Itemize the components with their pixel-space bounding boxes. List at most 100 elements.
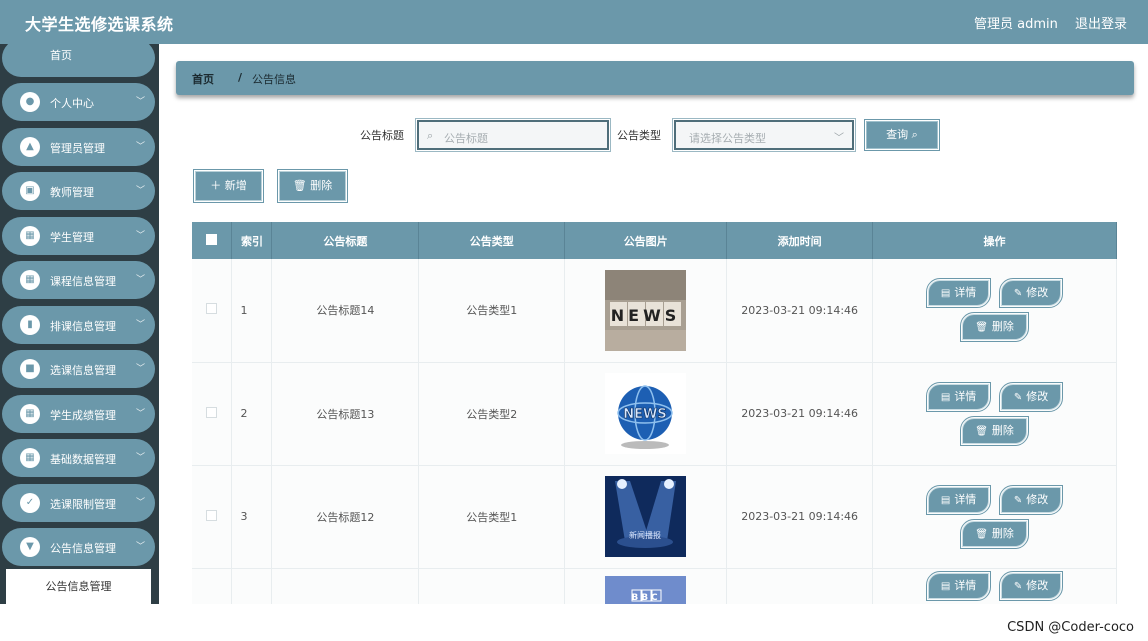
table-row: 2 公告标题13 公告类型2 NEWS 2023-03-21 09:14:46 (192, 362, 1117, 466)
news-text: NEWS (611, 306, 681, 325)
delete-button[interactable]: 🗑 删除 (960, 312, 1029, 343)
delete-label: 删除 (991, 526, 1014, 540)
sidebar-item-personal[interactable]: ● 个人中心 ﹀ (2, 83, 155, 121)
edit-label: 修改 (1026, 578, 1049, 592)
chevron-down-icon: ﹀ (135, 231, 145, 241)
select-all-checkbox[interactable] (206, 233, 218, 245)
row-index: 3 (231, 465, 273, 569)
sidebar-item-limit[interactable]: ✓ 选课限制管理 ﹀ (2, 484, 155, 522)
delete-button[interactable]: 🗑 删除 (960, 518, 1029, 549)
sidebar-item-basedata[interactable]: ▦ 基础数据管理 ﹀ (2, 439, 155, 477)
chevron-down-icon: ﹀ (135, 542, 145, 552)
logout-button[interactable]: 退出登录 (1075, 13, 1127, 32)
table-row: BBC ▤ 详情 ✎ 修改 (192, 568, 1117, 604)
detail-button[interactable]: ▤ 详情 (925, 278, 992, 309)
trash-icon: 🗑 (975, 528, 988, 540)
bulk-delete-button-label: 删除 (310, 179, 333, 192)
row-type (418, 568, 566, 604)
row-time: 2023-03-21 09:14:46 (726, 259, 874, 363)
news-stage-image[interactable]: 新闻播报 (605, 476, 687, 557)
edit-button[interactable]: ✎ 修改 (998, 484, 1064, 515)
news-blocks-image[interactable]: NEWS (605, 269, 687, 351)
sidebar-item-label: 首页 (50, 49, 72, 62)
document-icon: ▤ (940, 288, 951, 300)
sidebar-item-label: 个人中心 (50, 97, 94, 110)
type-filter-placeholder: 请选择公告类型 (689, 132, 766, 145)
column-header: 公告图片 (564, 222, 728, 259)
column-header: 公告类型 (418, 222, 566, 259)
column-header: 添加时间 (726, 222, 874, 259)
row-image-cell: BBC (564, 568, 728, 605)
document-icon: ▤ (940, 391, 951, 403)
row-checkbox[interactable] (206, 406, 218, 418)
breadcrumb: 首页 / 公告信息 (176, 61, 1134, 95)
sidebar-item-schedule[interactable]: ▮ 排课信息管理 ﹀ (2, 306, 155, 344)
sidebar-subitem-notice-manage[interactable]: 公告信息管理 (6, 569, 151, 604)
sidebar-item-selection[interactable]: ■ 选课信息管理 ﹀ (2, 350, 155, 388)
sidebar-item-admin[interactable]: ▲ 管理员管理 ﹀ (2, 128, 155, 166)
chevron-down-icon: ﹀ (135, 409, 145, 419)
table-row: 3 公告标题12 公告类型1 新闻播报 2023-03-21 09:14:46 (192, 465, 1117, 569)
title-filter-placeholder: 公告标题 (444, 132, 488, 145)
type-filter-label: 公告类型 (617, 129, 661, 142)
sidebar-item-home[interactable]: 首页 (2, 44, 155, 77)
sidebar-item-label: 学生成绩管理 (50, 409, 116, 422)
chevron-down-icon: ﹀ (135, 453, 145, 463)
watermark: CSDN @Coder-coco (1007, 620, 1134, 635)
sidebar-item-grades[interactable]: ▦ 学生成绩管理 ﹀ (2, 395, 155, 433)
column-header: 索引 (231, 222, 273, 259)
main-content: 首页 / 公告信息 公告标题 ⌕ 公告标题 公告类型 请选择公告类型 ﹀ 查询 … (159, 44, 1148, 604)
grid-icon: ▦ (20, 226, 40, 246)
edit-label: 修改 (1026, 492, 1049, 506)
add-button[interactable]: ＋ 新增 (193, 169, 264, 203)
chart-icon: ▣ (20, 181, 40, 201)
current-user[interactable]: 管理员 admin (974, 13, 1058, 32)
edit-button[interactable]: ✎ 修改 (998, 570, 1064, 601)
edit-button[interactable]: ✎ 修改 (998, 278, 1064, 309)
row-time: 2023-03-21 09:14:46 (726, 362, 874, 466)
detail-button[interactable]: ▤ 详情 (925, 381, 992, 412)
row-time (726, 568, 874, 604)
row-checkbox[interactable] (206, 509, 218, 521)
bar-chart-icon: ▮ (20, 315, 40, 335)
breadcrumb-home[interactable]: 首页 (192, 71, 214, 87)
bbc-image[interactable]: BBC (605, 575, 687, 605)
select-all-header[interactable] (192, 222, 233, 259)
row-title: 公告标题12 (271, 465, 420, 569)
document-icon: ▤ (940, 580, 951, 592)
chevron-down-icon: ﹀ (135, 498, 145, 508)
row-title: 公告标题14 (271, 259, 420, 363)
chevron-down-icon: ﹀ (135, 97, 145, 107)
row-checkbox[interactable] (206, 303, 218, 315)
row-image-cell: NEWS (564, 259, 728, 363)
detail-label: 详情 (954, 492, 977, 506)
news-globe-image[interactable]: NEWS (605, 373, 687, 454)
briefcase-icon: ■ (20, 359, 40, 379)
bulk-delete-button[interactable]: 🗑 删除 (277, 169, 348, 203)
detail-button[interactable]: ▤ 详情 (925, 570, 992, 601)
sidebar-item-label: 管理员管理 (50, 142, 105, 155)
delete-button[interactable]: 🗑 删除 (960, 415, 1029, 446)
edit-button[interactable]: ✎ 修改 (998, 381, 1064, 412)
sidebar-item-label: 教师管理 (50, 186, 94, 199)
sidebar-item-label: 学生管理 (50, 231, 94, 244)
edit-label: 修改 (1026, 389, 1049, 403)
top-bar: 大学生选修选课系统 管理员 admin 退出登录 (0, 0, 1148, 44)
sidebar-item-label: 选课限制管理 (50, 498, 116, 511)
sidebar-item-label: 基础数据管理 (50, 453, 116, 466)
pencil-icon: ✎ (1013, 288, 1023, 300)
search-button[interactable]: 查询 ⌕ (864, 119, 940, 151)
sidebar-item-teacher[interactable]: ▣ 教师管理 ﹀ (2, 172, 155, 210)
chevron-down-icon: ﹀ (834, 133, 844, 144)
detail-button[interactable]: ▤ 详情 (925, 484, 992, 515)
row-image-cell: 新闻播报 (564, 465, 728, 569)
title-filter-input[interactable]: ⌕ 公告标题 (415, 118, 611, 152)
chevron-down-icon: ﹀ (135, 320, 145, 330)
type-filter-select[interactable]: 请选择公告类型 ﹀ (672, 118, 856, 152)
row-actions: ▤ 详情 ✎ 修改 🗑 删除 (872, 465, 1117, 569)
sidebar-item-course[interactable]: ▦ 课程信息管理 ﹀ (2, 261, 155, 299)
sidebar-item-notice[interactable]: ▼ 公告信息管理 ﹀ (2, 528, 155, 566)
pencil-icon: ✎ (1013, 494, 1023, 506)
trash-icon: 🗑 (975, 322, 988, 334)
sidebar-item-student[interactable]: ▦ 学生管理 ﹀ (2, 217, 155, 255)
